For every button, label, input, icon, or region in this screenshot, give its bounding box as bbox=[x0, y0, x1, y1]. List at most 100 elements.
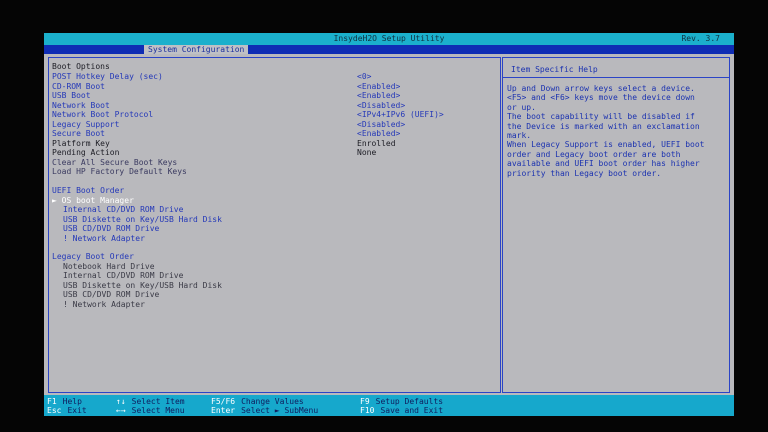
setting-usb-boot[interactable]: USB Boot <Enabled> bbox=[52, 91, 400, 101]
setting-value[interactable]: <Enabled> bbox=[357, 82, 400, 92]
setting-network-boot[interactable]: Network Boot <Disabled> bbox=[52, 100, 405, 111]
help-divider bbox=[503, 77, 729, 78]
key-legend-bar: F1 Help Esc Exit ↑↓ Select Item ←→ Select Me… bbox=[44, 395, 734, 416]
setting-label: Network Boot bbox=[52, 100, 110, 110]
setting-secure-boot[interactable]: Secure Boot <Enabled> bbox=[52, 129, 400, 139]
section-legacy-boot-order: Legacy Boot Order bbox=[52, 252, 134, 262]
key-name: Esc bbox=[47, 406, 62, 415]
action-label: Clear All Secure Boot Keys bbox=[52, 157, 178, 167]
menu-tab-bar: System Configuration bbox=[44, 45, 734, 54]
section-uefi-boot-order: UEFI Boot Order bbox=[52, 186, 124, 196]
boot-item-label: USB CD/DVD ROM Drive bbox=[63, 290, 160, 299]
boot-item-label: USB Diskette on Key/USB Hard Disk bbox=[63, 214, 222, 224]
help-line: order and Legacy boot order are both bbox=[507, 149, 681, 159]
section-title: Legacy Boot Order bbox=[52, 252, 134, 261]
key-desc: Select ► SubMenu bbox=[241, 406, 319, 415]
setting-label: Pending Action bbox=[52, 148, 120, 157]
boot-item-label: ! Network Adapter bbox=[63, 299, 145, 309]
setting-post-hotkey-delay[interactable]: POST Hotkey Delay (sec) <0> bbox=[52, 72, 371, 82]
boot-item-label: USB Diskette on Key/USB Hard Disk bbox=[63, 280, 222, 290]
title-bar: InsydeH2O Setup Utility Rev. 3.7 bbox=[44, 33, 734, 45]
key-hint-setup-defaults: F9 Setup Defaults bbox=[360, 397, 443, 406]
key-desc: Select Item bbox=[131, 397, 185, 406]
setting-value[interactable]: <Disabled> bbox=[357, 101, 405, 111]
help-text: Up and Down arrow keys select a device. … bbox=[507, 84, 727, 178]
help-line: available and UEFI boot order has higher bbox=[507, 159, 700, 169]
setting-value[interactable]: <Enabled> bbox=[357, 129, 400, 139]
setting-label: Platform Key bbox=[52, 138, 110, 148]
section-title: Boot Options bbox=[52, 62, 110, 71]
action-load-hp-default-keys[interactable]: Load HP Factory Default Keys bbox=[52, 167, 187, 177]
legacy-boot-item[interactable]: Notebook Hard Drive bbox=[63, 262, 155, 272]
setting-value[interactable]: <IPv4+IPv6 (UEFI)> bbox=[357, 110, 444, 120]
uefi-boot-item[interactable]: USB CD/DVD ROM Drive bbox=[63, 224, 159, 234]
help-title: Item Specific Help bbox=[511, 65, 598, 74]
key-name: Enter bbox=[211, 406, 236, 415]
setting-label: Legacy Support bbox=[52, 119, 120, 129]
key-desc: Select Menu bbox=[131, 406, 185, 415]
action-label: Load HP Factory Default Keys bbox=[52, 167, 187, 176]
key-desc: Save and Exit bbox=[380, 406, 444, 415]
key-desc: Change Values bbox=[241, 397, 304, 406]
uefi-boot-item[interactable]: USB Diskette on Key/USB Hard Disk bbox=[63, 215, 222, 225]
app-title: InsydeH2O Setup Utility bbox=[333, 34, 445, 43]
setting-label: Network Boot Protocol bbox=[52, 110, 154, 119]
key-hint-help: F1 Help bbox=[47, 397, 82, 406]
key-name: F1 bbox=[47, 397, 57, 406]
section-title: UEFI Boot Order bbox=[52, 186, 125, 195]
setting-value: None bbox=[357, 148, 377, 157]
help-line: mark. bbox=[507, 131, 532, 141]
key-hint-submenu: Enter Select ► SubMenu bbox=[211, 406, 318, 415]
key-name: ↑↓ bbox=[116, 397, 126, 406]
legacy-boot-item[interactable]: USB Diskette on Key/USB Hard Disk bbox=[63, 281, 222, 291]
settings-panel: Boot Options POST Hotkey Delay (sec) <0>… bbox=[48, 57, 501, 393]
setting-label: USB Boot bbox=[52, 91, 91, 100]
key-desc: Exit bbox=[67, 406, 87, 415]
key-hint-select-item: ↑↓ Select Item bbox=[116, 397, 185, 406]
key-name: ←→ bbox=[116, 406, 126, 415]
legacy-boot-item[interactable]: USB CD/DVD ROM Drive bbox=[63, 290, 159, 300]
boot-item-label: USB CD/DVD ROM Drive bbox=[63, 224, 160, 233]
help-panel: Item Specific Help Up and Down arrow key… bbox=[502, 57, 730, 393]
setting-network-boot-protocol[interactable]: Network Boot Protocol <IPv4+IPv6 (UEFI)> bbox=[52, 110, 444, 120]
help-line: or up. bbox=[507, 102, 536, 112]
setting-value[interactable]: <Enabled> bbox=[357, 91, 400, 101]
setting-legacy-support[interactable]: Legacy Support <Disabled> bbox=[52, 119, 405, 130]
key-hint-exit: Esc Exit bbox=[47, 406, 87, 415]
boot-item-label: ! Network Adapter bbox=[63, 233, 145, 243]
section-boot-options: Boot Options bbox=[52, 62, 110, 72]
setting-label: CD-ROM Boot bbox=[52, 81, 105, 91]
uefi-boot-item[interactable]: Internal CD/DVD ROM Drive bbox=[63, 205, 183, 215]
revision-label: Rev. 3.7 bbox=[681, 34, 720, 43]
help-line: The boot capability will be disabled if bbox=[507, 112, 695, 122]
key-name: F5/F6 bbox=[211, 397, 236, 406]
setting-cdrom-boot[interactable]: CD-ROM Boot <Enabled> bbox=[52, 81, 400, 92]
key-hint-save-exit: F10 Save and Exit bbox=[360, 406, 443, 415]
setting-value[interactable]: <0> bbox=[357, 72, 371, 82]
key-name: F9 bbox=[360, 397, 370, 406]
setting-value[interactable]: <Disabled> bbox=[357, 120, 405, 130]
setting-label: POST Hotkey Delay (sec) bbox=[52, 72, 163, 81]
key-name: F10 bbox=[360, 406, 375, 415]
legacy-boot-item[interactable]: Internal CD/DVD ROM Drive bbox=[63, 271, 183, 281]
help-line: priority than Legacy boot order. bbox=[507, 168, 662, 178]
legacy-boot-item[interactable]: ! Network Adapter bbox=[63, 300, 145, 310]
help-line: Up and Down arrow keys select a device. bbox=[507, 84, 695, 93]
setting-platform-key: Platform Key Enrolled bbox=[52, 138, 396, 149]
key-desc: Setup Defaults bbox=[375, 397, 444, 406]
action-clear-secure-boot-keys[interactable]: Clear All Secure Boot Keys bbox=[52, 158, 177, 168]
bios-screen: InsydeH2O Setup Utility Rev. 3.7 System … bbox=[44, 33, 734, 416]
setting-value: Enrolled bbox=[357, 138, 396, 148]
uefi-boot-item[interactable]: ! Network Adapter bbox=[63, 234, 145, 244]
boot-item-label: Internal CD/DVD ROM Drive bbox=[63, 271, 184, 280]
tab-system-configuration[interactable]: System Configuration bbox=[144, 45, 249, 54]
key-hint-select-menu: ←→ Select Menu bbox=[116, 406, 185, 415]
help-line: <F5> and <F6> keys move the device down bbox=[507, 93, 695, 103]
boot-item-label: Notebook Hard Drive bbox=[63, 261, 155, 271]
boot-item-label: Internal CD/DVD ROM Drive bbox=[63, 205, 184, 214]
uefi-boot-item-selected[interactable]: ► OS boot Manager bbox=[52, 196, 134, 206]
help-line: the Device is marked with an exclamation bbox=[507, 121, 700, 131]
setting-pending-action: Pending Action None bbox=[52, 148, 376, 158]
key-desc: Help bbox=[62, 397, 82, 406]
setting-label: Secure Boot bbox=[52, 129, 105, 138]
